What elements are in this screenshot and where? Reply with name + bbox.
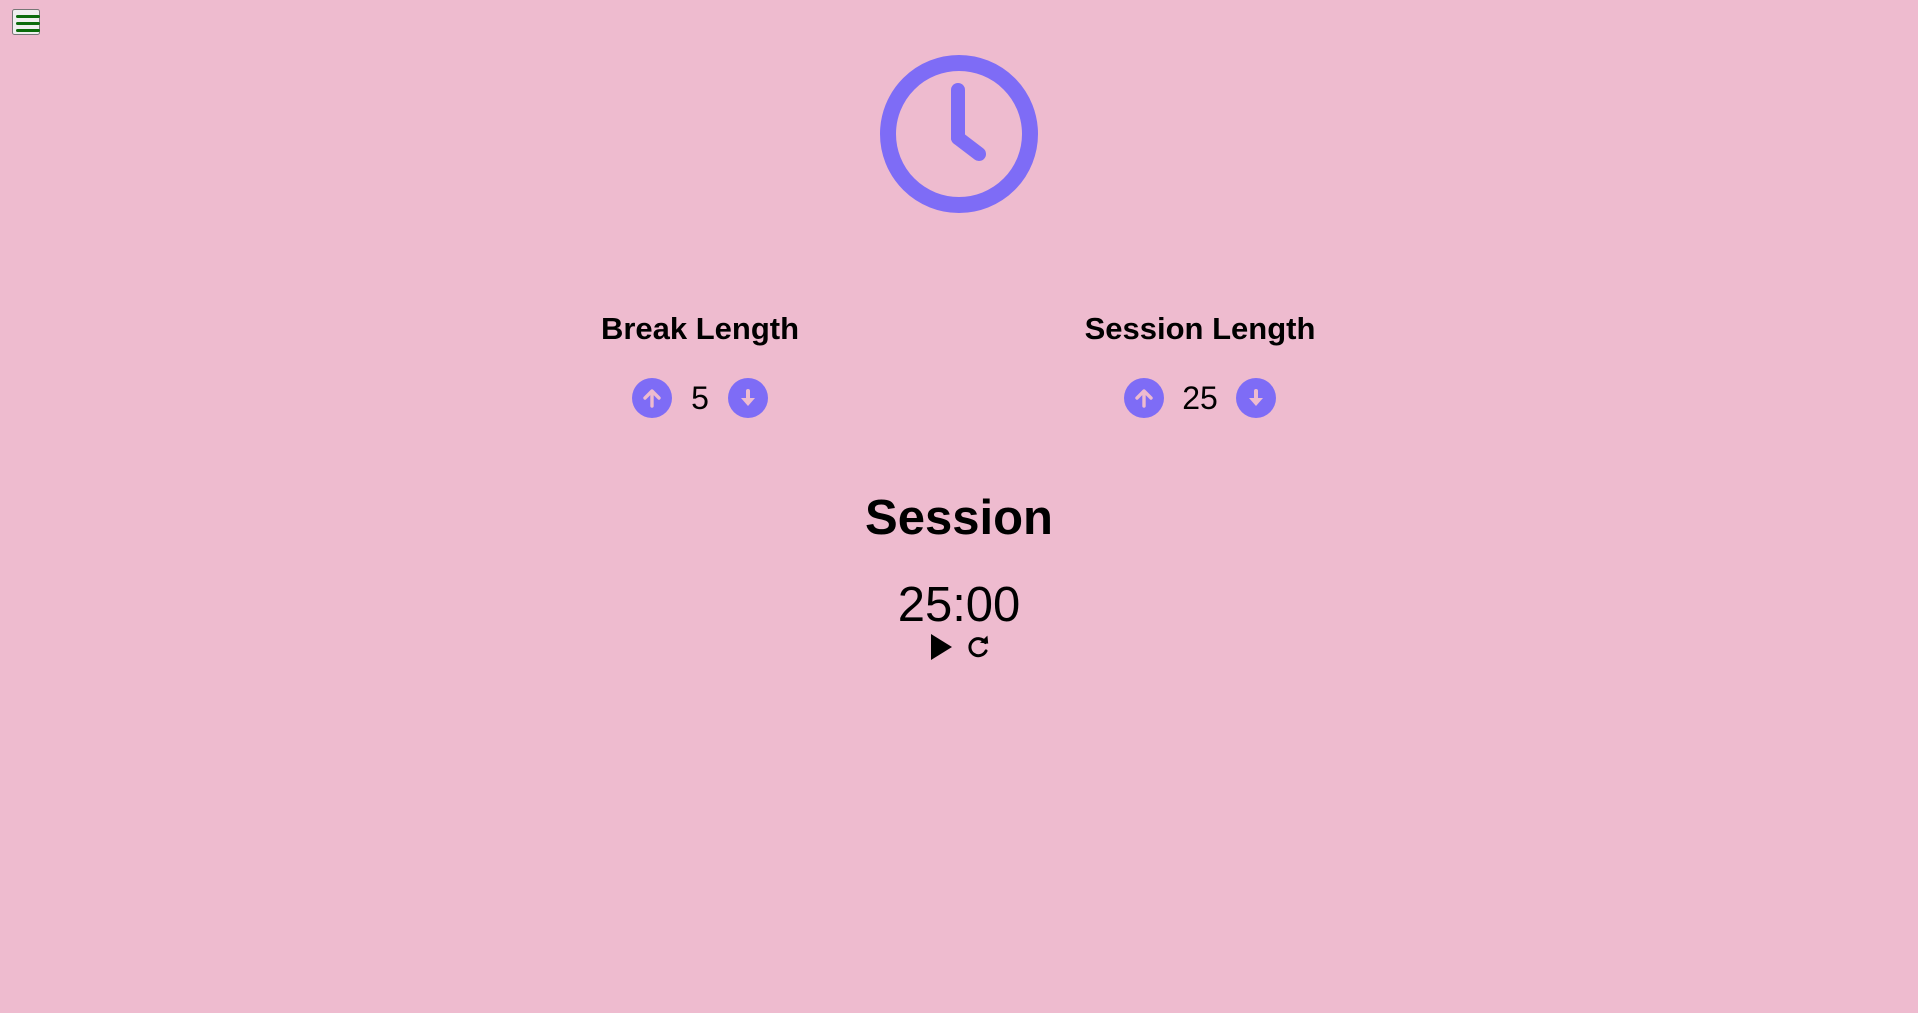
menu-bar-middle	[16, 22, 40, 25]
arrow-up-circle-icon	[643, 389, 661, 408]
break-length-control: Break Length 5	[530, 306, 870, 420]
break-length-row: 5	[530, 376, 870, 420]
session-length-label: Session Length	[1084, 311, 1316, 346]
break-increment-button[interactable]	[632, 378, 672, 418]
session-decrement-button[interactable]	[1235, 378, 1276, 418]
session-increment-button[interactable]	[1124, 378, 1165, 418]
arrow-up-circle-icon	[1135, 389, 1153, 408]
time-left-display: 25:00	[897, 578, 1021, 632]
session-length-control: Session Length 25	[1030, 306, 1370, 420]
clock-icon	[880, 55, 1038, 213]
arrow-down-circle-icon	[741, 389, 755, 406]
session-length-value: 25	[1182, 380, 1218, 416]
refresh-icon	[967, 635, 988, 658]
arrow-down-circle-icon	[1248, 389, 1263, 406]
hamburger-menu-icon[interactable]	[12, 9, 40, 35]
session-length-row: 25	[1030, 376, 1370, 420]
play-icon	[930, 634, 952, 660]
play-button[interactable]	[927, 632, 955, 662]
timer-actions	[0, 632, 1918, 662]
break-length-value: 5	[691, 380, 709, 416]
break-length-label: Break Length	[600, 311, 800, 346]
menu-bar-bottom	[16, 29, 40, 32]
menu-bar-top	[16, 15, 40, 18]
timer-label: Session	[865, 491, 1053, 545]
reset-button[interactable]	[964, 632, 992, 662]
break-decrement-button[interactable]	[728, 378, 768, 418]
pomodoro-app: Break Length 5 Session Length 25 Session…	[0, 0, 1918, 1013]
